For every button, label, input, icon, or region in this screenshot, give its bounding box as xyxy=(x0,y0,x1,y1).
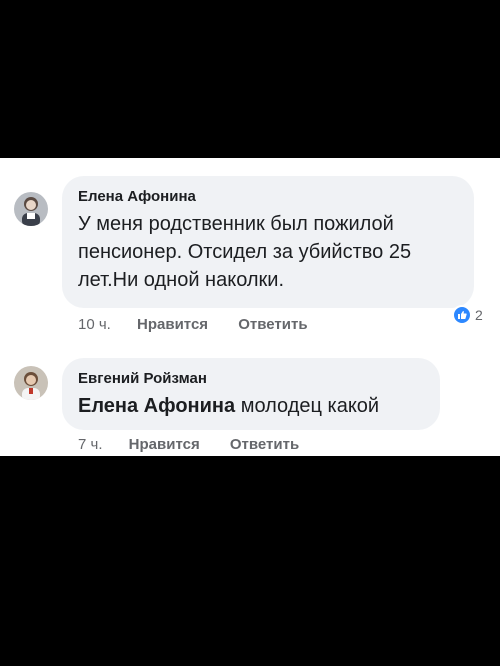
comment-text: Елена Афонина молодец какой xyxy=(78,392,466,420)
reaction-count: 2 xyxy=(475,307,483,323)
like-button[interactable]: Нравится xyxy=(137,316,208,333)
comments-panel: Елена Афонина У меня родственник был пож… xyxy=(0,158,500,456)
user-avatar-icon xyxy=(14,192,48,226)
comment-text-body: молодец какой xyxy=(235,395,380,417)
comment-time[interactable]: 10 ч. xyxy=(78,316,111,333)
comment-time[interactable]: 7 ч. xyxy=(78,436,103,453)
reply-button[interactable]: Ответить xyxy=(230,436,299,453)
avatar[interactable] xyxy=(14,192,48,226)
comment-author[interactable]: Елена Афонина xyxy=(78,188,458,206)
like-button[interactable]: Нравится xyxy=(129,436,200,453)
mention-link[interactable]: Елена Афонина xyxy=(78,395,235,417)
comment-bubble: Елена Афонина У меня родственник был пож… xyxy=(62,176,474,308)
reaction-summary[interactable]: 2 xyxy=(452,304,483,326)
comment-text: У меня родственник был пожилой пенсионер… xyxy=(78,213,412,291)
comment-actions: 7 ч. Нравится Ответить xyxy=(78,436,299,453)
like-icon xyxy=(452,305,472,325)
avatar[interactable] xyxy=(14,366,48,400)
reply-button[interactable]: Ответить xyxy=(238,316,307,333)
comment-actions: 10 ч. Нравится Ответить xyxy=(78,316,308,333)
user-avatar-icon xyxy=(14,366,48,400)
comment-author[interactable]: Евгений Ройзман xyxy=(78,370,424,388)
comment-bubble: Евгений Ройзман Елена Афонина молодец ка… xyxy=(62,358,440,430)
